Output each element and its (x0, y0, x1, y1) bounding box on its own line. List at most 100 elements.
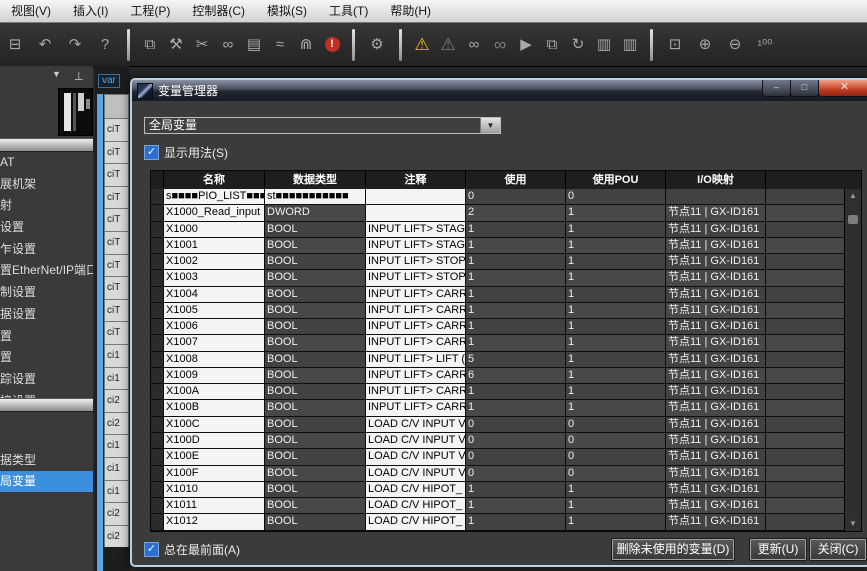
vertical-scrollbar[interactable]: ▲ ▼ (844, 189, 861, 531)
monitor-off-icon[interactable]: ∞ (487, 30, 513, 60)
row-selector[interactable] (151, 303, 164, 318)
cell-name[interactable]: X1005 (164, 303, 265, 318)
cell-data-type[interactable]: BOOL (265, 417, 366, 432)
cell-comment[interactable]: LOAD C/V HIPOT_ (366, 498, 466, 513)
always-on-top-checkbox[interactable]: ✓ (144, 542, 159, 557)
row-selector[interactable] (151, 238, 164, 253)
cell-name[interactable]: X100A (164, 384, 265, 399)
cell-name[interactable]: X1012 (164, 514, 265, 529)
column-header-3[interactable]: 注释 (366, 171, 466, 189)
cell-data-type[interactable]: st■■■■■■■■■■■ (265, 189, 366, 204)
cell-name[interactable]: X1000_Read_input (164, 205, 265, 220)
cell-data-type[interactable]: BOOL (265, 254, 366, 269)
run-icon[interactable]: ▶ (513, 30, 539, 60)
editor-variable-cell[interactable]: ciT (104, 118, 129, 141)
editor-variable-cell[interactable]: ciT (104, 163, 129, 186)
sidebar-item-9[interactable]: 置 (0, 326, 93, 348)
cell-data-type[interactable]: BOOL (265, 368, 366, 383)
cell-comment[interactable]: INPUT LIFT> CARR (366, 400, 466, 415)
row-selector[interactable] (151, 384, 164, 399)
sidebar-item-4[interactable]: 设置 (0, 217, 93, 239)
row-selector[interactable] (151, 270, 164, 285)
menu-item-1[interactable]: 视图(V) (0, 1, 62, 22)
sidebar-item-10[interactable]: 置 (0, 347, 93, 369)
update-button[interactable]: 更新(U) (750, 539, 806, 560)
cell-name[interactable]: X1000 (164, 222, 265, 237)
cell-name[interactable]: X1009 (164, 368, 265, 383)
row-selector[interactable] (151, 222, 164, 237)
sidebar-item-据类型[interactable]: 据类型 (0, 450, 93, 471)
zoom-in-icon[interactable]: ⊕ (690, 30, 720, 60)
cell-comment[interactable]: LOAD C/V INPUT V (366, 417, 466, 432)
editor-variable-cell[interactable]: ciT (104, 231, 129, 254)
cell-name[interactable]: s■■■■PIO_LIST■■■ (164, 189, 265, 204)
cell-comment[interactable]: LOAD C/V INPUT V (366, 466, 466, 481)
sidebar-item-3[interactable]: 射 (0, 195, 93, 217)
cell-comment[interactable]: INPUT LIFT> CARR (366, 384, 466, 399)
menu-item-7[interactable]: 帮助(H) (379, 1, 442, 22)
cell-data-type[interactable]: BOOL (265, 498, 366, 513)
row-selector[interactable] (151, 466, 164, 481)
online-icon[interactable]: ⚠ (409, 30, 435, 60)
editor-variable-cell[interactable]: ciT (104, 208, 129, 231)
cell-data-type[interactable]: BOOL (265, 466, 366, 481)
editor-variable-cell[interactable]: ci2 (104, 502, 129, 525)
row-selector[interactable] (151, 205, 164, 220)
close-button[interactable]: ✕ (818, 80, 867, 97)
editor-variable-cell[interactable]: ciT (104, 186, 129, 209)
zoom-out-icon[interactable]: ⊖ (720, 30, 750, 60)
menu-item-4[interactable]: 控制器(C) (181, 1, 256, 22)
cell-name[interactable]: X1003 (164, 270, 265, 285)
chevron-down-icon[interactable]: ▼ (480, 118, 500, 133)
cell-comment[interactable]: INPUT LIFT> CARR (366, 319, 466, 334)
cell-comment[interactable] (366, 205, 466, 220)
cell-name[interactable]: X1010 (164, 482, 265, 497)
copy-run-icon[interactable]: ⧉ (539, 30, 565, 60)
cell-comment[interactable]: INPUT LIFT> CARR (366, 287, 466, 302)
redo-icon[interactable]: ↷ (60, 30, 90, 60)
cascade-windows-icon[interactable]: ⧉ (137, 30, 163, 60)
row-selector[interactable] (151, 417, 164, 432)
cell-comment[interactable]: INPUT LIFT> CARR (366, 368, 466, 383)
column-header-7[interactable] (766, 171, 861, 189)
cell-data-type[interactable]: BOOL (265, 303, 366, 318)
column-header-6[interactable]: I/O映射 (666, 171, 766, 189)
menu-item-2[interactable]: 插入(I) (62, 1, 119, 22)
offline-icon[interactable]: ⚠ (435, 30, 461, 60)
row-selector[interactable] (151, 433, 164, 448)
editor-variable-cell[interactable]: ci1 (104, 367, 129, 390)
cell-name[interactable]: X100B (164, 400, 265, 415)
cell-data-type[interactable]: BOOL (265, 319, 366, 334)
monitor-on-icon[interactable]: ∞ (461, 30, 487, 60)
synchronize-icon[interactable]: ↻ (565, 30, 591, 60)
editor-variable-cell[interactable]: ci2 (104, 412, 129, 435)
editor-variable-cell[interactable]: ci2 (104, 525, 129, 548)
fit-zoom-icon[interactable]: ⊡ (660, 30, 690, 60)
cell-comment[interactable]: INPUT LIFT> STAG (366, 222, 466, 237)
row-selector[interactable] (151, 335, 164, 350)
dialog-title-bar[interactable]: 变量管理器 – □ ✕ (132, 80, 867, 101)
cell-data-type[interactable]: BOOL (265, 270, 366, 285)
show-usage-checkbox[interactable]: ✓ (144, 145, 159, 160)
variable-manager-icon[interactable]: ⚙ (362, 30, 392, 60)
cell-comment[interactable]: LOAD C/V INPUT V (366, 449, 466, 464)
row-selector[interactable] (151, 189, 164, 204)
cell-name[interactable]: X1004 (164, 287, 265, 302)
editor-variable-cell[interactable]: ciT (104, 276, 129, 299)
cell-name[interactable]: X1008 (164, 352, 265, 367)
io-watch-icon[interactable]: ≈ (267, 30, 293, 60)
cell-name[interactable]: X100F (164, 466, 265, 481)
cell-name[interactable]: X1011 (164, 498, 265, 513)
chevron-down-icon[interactable]: ▼ (52, 69, 61, 79)
cell-comment[interactable]: LOAD C/V HIPOT_ (366, 482, 466, 497)
editor-variable-cell[interactable]: ciT (104, 254, 129, 277)
cell-data-type[interactable]: BOOL (265, 384, 366, 399)
menu-item-6[interactable]: 工具(T) (318, 1, 379, 22)
editor-variable-cell[interactable]: ci1 (104, 434, 129, 457)
column-header-2[interactable]: 数据类型 (265, 171, 366, 189)
row-selector[interactable] (151, 352, 164, 367)
cell-comment[interactable]: LOAD C/V HIPOT_ (366, 514, 466, 529)
sidebar-item-8[interactable]: 据设置 (0, 304, 93, 326)
editor-variable-cell[interactable]: ciT (104, 141, 129, 164)
cell-name[interactable]: X100D (164, 433, 265, 448)
